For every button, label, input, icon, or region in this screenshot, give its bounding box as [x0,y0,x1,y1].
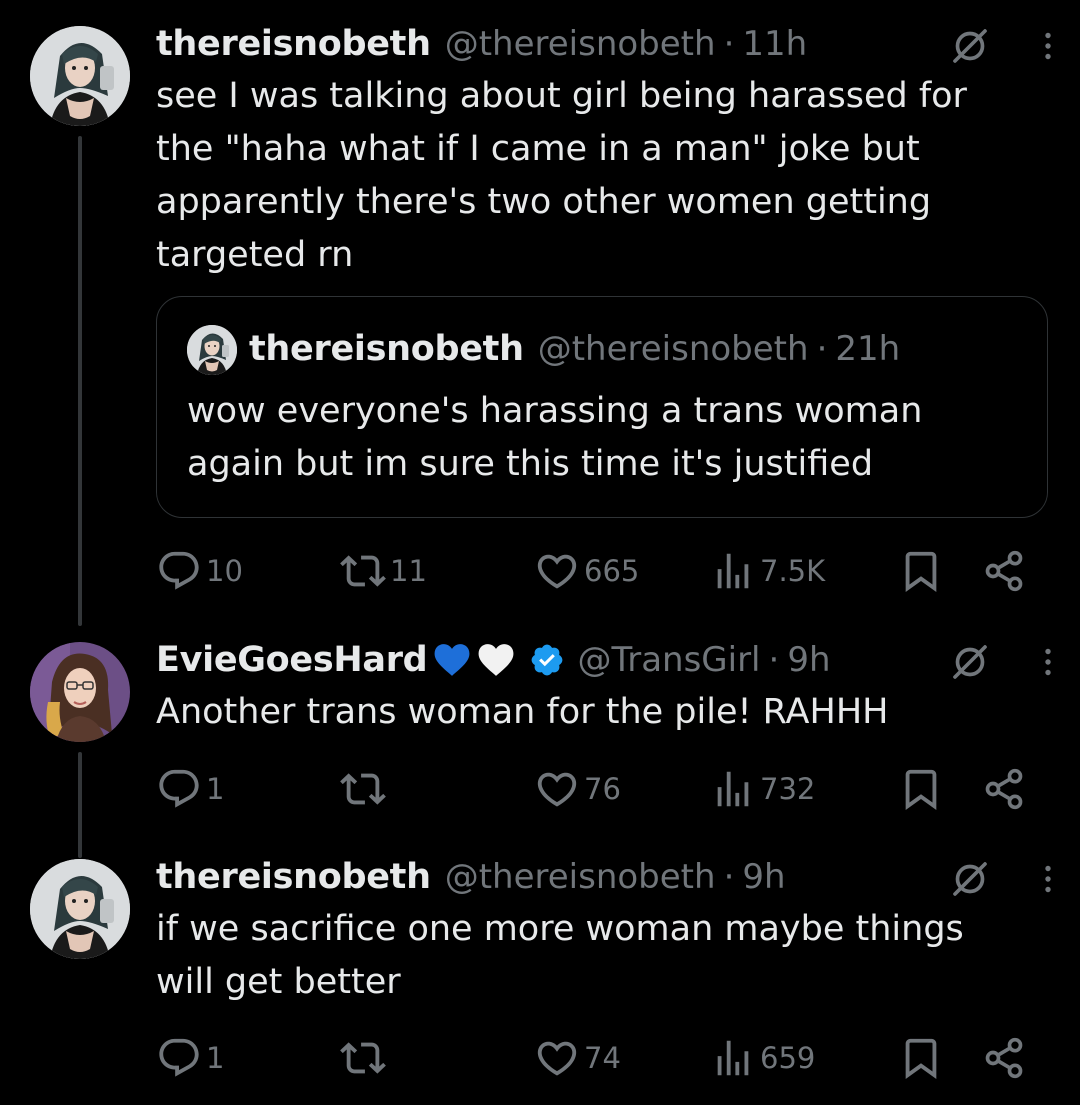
thread-line [78,136,82,626]
like-button[interactable]: 76 [534,764,621,814]
heart-icon [534,1035,580,1081]
like-count: 74 [584,1041,621,1075]
timestamp[interactable]: 11h [742,24,807,64]
grok-icon[interactable] [950,642,990,682]
tweet-text: see I was talking about girl being haras… [156,76,967,275]
user-handle[interactable]: @thereisnobeth [445,857,716,897]
timestamp[interactable]: 9h [787,640,830,680]
quoted-text: wow everyone's harassing a trans woman a… [187,391,923,484]
share-icon [982,1036,1026,1080]
reply-button[interactable]: 1 [156,1033,224,1083]
views-button[interactable]: 732 [710,764,815,814]
reply-count: 10 [206,554,243,588]
share-button[interactable] [982,546,1026,596]
like-count: 665 [584,554,640,588]
reply-count: 1 [206,1041,225,1075]
display-name[interactable]: thereisnobeth [156,24,431,64]
reply-icon [156,1035,202,1081]
views-button[interactable]: 7.5K [710,546,825,596]
avatar[interactable] [30,26,130,126]
view-count: 659 [760,1041,816,1075]
display-name[interactable]: EvieGoesHard [156,640,428,680]
repost-button[interactable] [340,1033,390,1083]
action-bar: 1 76 732 [156,764,1050,814]
bookmark-button[interactable] [898,764,944,814]
bookmark-icon [898,766,944,812]
repost-count: 11 [390,554,427,588]
view-count: 7.5K [760,554,826,588]
reply-icon [156,548,202,594]
avatar[interactable] [30,642,130,742]
quoted-header: thereisnobeth @thereisnobeth · 21h [249,327,900,371]
view-count: 732 [760,772,816,806]
action-bar: 10 11 665 7.5K [156,546,1050,596]
repost-icon [340,766,386,812]
action-bar: 1 74 659 [156,1033,1050,1083]
reply-count: 1 [206,772,225,806]
user-handle[interactable]: @thereisnobeth [445,24,716,64]
blue-heart-emoji [435,644,470,676]
more-icon[interactable] [1030,861,1066,897]
repost-button[interactable]: 11 [340,546,427,596]
verified-badge-icon[interactable] [529,642,565,678]
like-count: 76 [584,772,621,806]
tweet-header: EvieGoesHard @TransGirl · 9h [156,638,1050,682]
grok-icon[interactable] [950,26,990,66]
share-button[interactable] [982,1033,1026,1083]
bookmark-button[interactable] [898,1033,944,1083]
repost-icon [340,548,386,594]
heart-icon [534,548,580,594]
share-icon [982,767,1026,811]
reply-button[interactable]: 10 [156,546,243,596]
quoted-avatar [187,325,237,375]
tweet-header: thereisnobeth @thereisnobeth · 9h [156,855,1050,899]
display-name[interactable]: thereisnobeth [156,857,431,897]
views-icon [710,766,756,812]
share-button[interactable] [982,764,1026,814]
views-button[interactable]: 659 [710,1033,815,1083]
more-icon[interactable] [1030,28,1066,64]
repost-button[interactable] [340,764,390,814]
tweet[interactable]: thereisnobeth @thereisnobeth · 9h if we … [0,855,1080,1095]
more-icon[interactable] [1030,644,1066,680]
avatar[interactable] [30,859,130,959]
quoted-display-name: thereisnobeth [249,329,524,369]
quoted-tweet[interactable]: thereisnobeth @thereisnobeth · 21h wow e… [156,296,1048,518]
bookmark-icon [898,548,944,594]
tweet-text: if we sacrifice one more woman maybe thi… [156,909,964,1002]
separator: · [768,640,780,680]
views-icon [710,1035,756,1081]
tweet[interactable]: EvieGoesHard @TransGirl · 9h Another tra… [0,638,1080,858]
quoted-timestamp: 21h [835,329,901,369]
bookmark-icon [898,1035,944,1081]
repost-icon [340,1035,386,1081]
reply-icon [156,766,202,812]
quoted-separator: · [816,329,828,369]
thread-line [78,752,82,858]
timestamp[interactable]: 9h [742,857,785,897]
quoted-user-handle: @thereisnobeth [537,329,809,369]
separator: · [723,24,735,64]
white-heart-emoji [479,644,514,676]
views-icon [710,548,756,594]
like-button[interactable]: 665 [534,546,639,596]
separator: · [723,857,735,897]
reply-button[interactable]: 1 [156,764,224,814]
like-button[interactable]: 74 [534,1033,621,1083]
tweet[interactable]: thereisnobeth @thereisnobeth · 11h see I… [0,22,1080,626]
heart-icon [534,766,580,812]
grok-icon[interactable] [950,859,990,899]
user-handle[interactable]: @TransGirl [577,640,760,680]
tweet-header: thereisnobeth @thereisnobeth · 11h [156,22,1050,66]
tweet-text: Another trans woman for the pile! RAHHH [156,692,889,732]
share-icon [982,549,1026,593]
bookmark-button[interactable] [898,546,944,596]
